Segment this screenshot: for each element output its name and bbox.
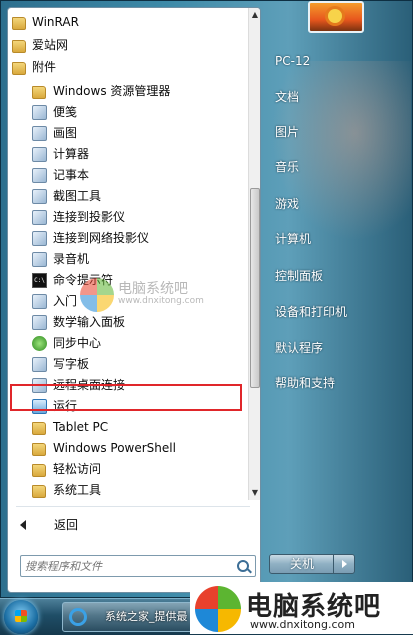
projector-icon xyxy=(32,210,47,225)
program-label: 同步中心 xyxy=(53,336,102,350)
getting-started-icon xyxy=(32,294,47,309)
program-label: WinRAR xyxy=(32,15,79,29)
scroll-up-icon[interactable]: ▲ xyxy=(249,8,260,22)
right-menu-item[interactable]: PC-12 xyxy=(275,51,310,71)
program-label: 连接到投影仪 xyxy=(53,210,126,224)
internet-explorer-icon xyxy=(69,608,87,626)
sync-center-icon xyxy=(32,336,47,351)
start-menu: WinRAR 爱站网附件 Windows 资源管理器 便笺画图计算器记事本截图工具连接… xyxy=(0,0,413,598)
program-item[interactable]: 系统工具 xyxy=(8,480,246,501)
notepad-icon xyxy=(32,168,47,183)
program-item[interactable]: Windows 资源管理器 xyxy=(8,81,246,102)
program-label: 爱站网 xyxy=(32,38,69,52)
program-label: Windows PowerShell xyxy=(53,441,176,455)
start-button[interactable] xyxy=(4,600,38,634)
program-list: WinRAR 爱站网附件 Windows 资源管理器 便笺画图计算器记事本截图工具连接… xyxy=(8,8,248,500)
program-label: 连接到网络投影仪 xyxy=(53,231,150,245)
scroll-thumb[interactable] xyxy=(250,188,260,388)
watermark-logo-icon xyxy=(80,278,114,312)
watermark-text: 电脑系统吧 xyxy=(118,281,188,297)
microphone-icon xyxy=(32,252,47,267)
right-menu-item[interactable]: 音乐 xyxy=(275,157,299,177)
run-highlight-box xyxy=(10,384,242,411)
paint-icon xyxy=(32,126,47,141)
wordpad-icon xyxy=(32,357,47,372)
program-item[interactable]: 记事本 xyxy=(8,165,246,186)
program-item[interactable]: 数学输入面板 xyxy=(8,312,246,333)
program-label: 写字板 xyxy=(53,357,90,371)
search-box[interactable] xyxy=(20,555,256,577)
program-label: 附件 xyxy=(32,60,57,74)
taskbar-window-title: 系统之家_提供最 xyxy=(105,610,188,623)
snipping-tool-icon xyxy=(32,189,47,204)
program-item[interactable]: 连接到投影仪 xyxy=(8,207,246,228)
folder-icon xyxy=(12,17,26,30)
program-item[interactable]: Windows PowerShell xyxy=(8,438,246,459)
divider xyxy=(16,506,250,507)
program-item[interactable]: 同步中心 xyxy=(8,333,246,354)
program-item[interactable]: 附件 xyxy=(8,57,246,78)
program-label: 数学输入面板 xyxy=(53,315,126,329)
program-item[interactable]: 录音机 xyxy=(8,249,246,270)
folder-icon xyxy=(12,40,26,53)
program-item[interactable]: 轻松访问 xyxy=(8,459,246,480)
shutdown-options-arrow-icon[interactable] xyxy=(333,555,354,573)
program-label: 画图 xyxy=(53,126,78,140)
program-item[interactable]: Tablet PC xyxy=(8,417,246,438)
right-menu-item[interactable]: 游戏 xyxy=(275,194,299,214)
right-menu-item[interactable]: 控制面板 xyxy=(275,266,323,286)
right-menu-item[interactable]: 默认程序 xyxy=(275,338,323,358)
back-arrow-icon xyxy=(20,520,26,530)
back-label: 返回 xyxy=(54,518,79,532)
program-item[interactable]: 计算器 xyxy=(8,144,246,165)
program-label: 截图工具 xyxy=(53,189,102,203)
shutdown-button[interactable]: 关机 xyxy=(269,554,355,574)
taskbar-ie-window[interactable]: 系统之家_提供最 xyxy=(62,602,196,632)
folder-icon xyxy=(32,485,46,498)
user-avatar[interactable] xyxy=(308,1,364,33)
program-item[interactable]: 写字板 xyxy=(8,354,246,375)
folder-icon xyxy=(32,422,46,435)
folder-icon xyxy=(32,443,46,456)
program-item[interactable]: 画图 xyxy=(8,123,246,144)
program-item[interactable]: 爱站网 xyxy=(8,35,246,56)
folder-icon xyxy=(32,464,46,477)
explorer-icon xyxy=(32,86,46,99)
math-input-icon xyxy=(32,315,47,330)
program-label: 入门 xyxy=(53,294,78,308)
program-label: 计算器 xyxy=(53,147,90,161)
program-item[interactable]: WinRAR xyxy=(8,12,246,33)
watermark-url: www.dnxitong.com xyxy=(118,296,204,306)
right-menu-item[interactable]: 图片 xyxy=(275,122,299,142)
folder-icon xyxy=(12,62,26,75)
program-label: 轻松访问 xyxy=(53,462,102,476)
command-prompt-icon: C:\ xyxy=(32,273,47,288)
search-icon[interactable] xyxy=(237,560,249,572)
program-label: 便笺 xyxy=(53,105,78,119)
right-menu-item[interactable]: 文档 xyxy=(275,87,299,107)
program-label: Windows 资源管理器 xyxy=(53,84,171,98)
program-item[interactable]: 截图工具 xyxy=(8,186,246,207)
watermark-logo-large-icon xyxy=(195,586,241,632)
program-label: Tablet PC xyxy=(53,420,109,434)
right-menu-item[interactable]: 帮助和支持 xyxy=(275,373,335,393)
program-item[interactable]: 连接到网络投影仪 xyxy=(8,228,246,249)
scroll-down-icon[interactable]: ▼ xyxy=(249,486,260,500)
sticky-notes-icon xyxy=(32,105,47,120)
programs-pane: WinRAR 爱站网附件 Windows 资源管理器 便笺画图计算器记事本截图工具连接… xyxy=(7,7,261,593)
right-menu-item[interactable]: 计算机 xyxy=(275,229,311,249)
shutdown-label: 关机 xyxy=(289,557,314,571)
program-label: 系统工具 xyxy=(53,483,102,497)
calculator-icon xyxy=(32,147,47,162)
search-input[interactable] xyxy=(25,558,225,574)
program-label: 录音机 xyxy=(53,252,90,266)
right-menu-item[interactable]: 设备和打印机 xyxy=(275,302,347,322)
network-projector-icon xyxy=(32,231,47,246)
program-label: 记事本 xyxy=(53,168,90,182)
scrollbar[interactable]: ▲ ▼ xyxy=(248,8,260,500)
program-item[interactable]: 便笺 xyxy=(8,102,246,123)
watermark-large-url: www.dnxitong.com xyxy=(250,618,355,631)
